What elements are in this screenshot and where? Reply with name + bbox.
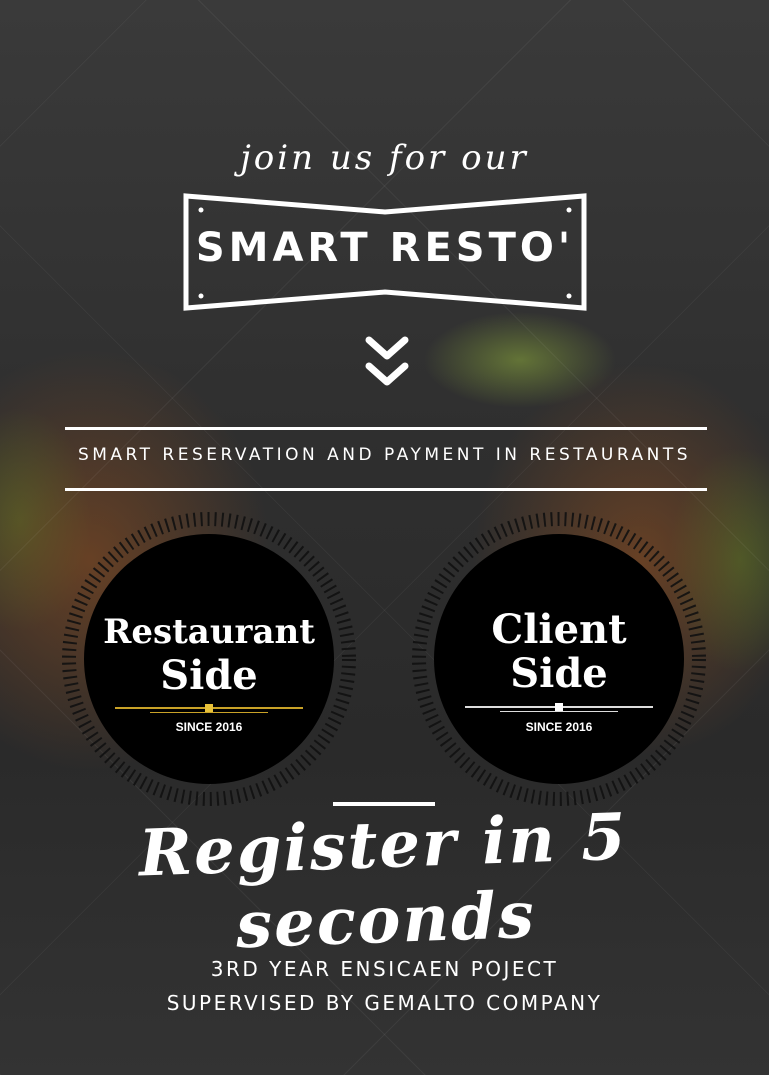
badge-diamond-icon <box>205 704 213 712</box>
footer-line-2: SUPERVISED BY GEMALTO COMPANY <box>166 991 603 1015</box>
restaurant-badge-since: SINCE 2016 <box>175 720 243 734</box>
badge-rule-short <box>500 711 618 712</box>
client-badge-since: SINCE 2016 <box>525 720 593 734</box>
tagline: SMART RESERVATION AND PAYMENT IN RESTAUR… <box>77 445 692 465</box>
divider-bottom <box>65 488 707 491</box>
restaurant-badge-line1: Restaurant <box>103 612 315 652</box>
client-side-button[interactable]: Client Side SINCE 2016 <box>410 510 708 808</box>
page-title: SMART RESTO' <box>195 225 575 271</box>
client-badge-line1: Client <box>491 606 627 653</box>
intro-text: join us for our <box>240 138 529 178</box>
client-badge-line2: Side <box>510 650 608 697</box>
divider-top <box>65 427 707 430</box>
restaurant-side-button[interactable]: Restaurant Side SINCE 2016 <box>60 510 358 808</box>
footer-line-1: 3RD YEAR ENSICAEN POJECT <box>210 957 559 981</box>
cta-divider <box>333 802 435 806</box>
restaurant-badge-line2: Side <box>160 652 258 699</box>
register-link[interactable]: Register in 5 seconds <box>0 795 769 972</box>
double-chevron-down-icon <box>364 334 410 392</box>
badge-rule-short <box>150 712 268 713</box>
badge-diamond-icon <box>555 703 563 711</box>
